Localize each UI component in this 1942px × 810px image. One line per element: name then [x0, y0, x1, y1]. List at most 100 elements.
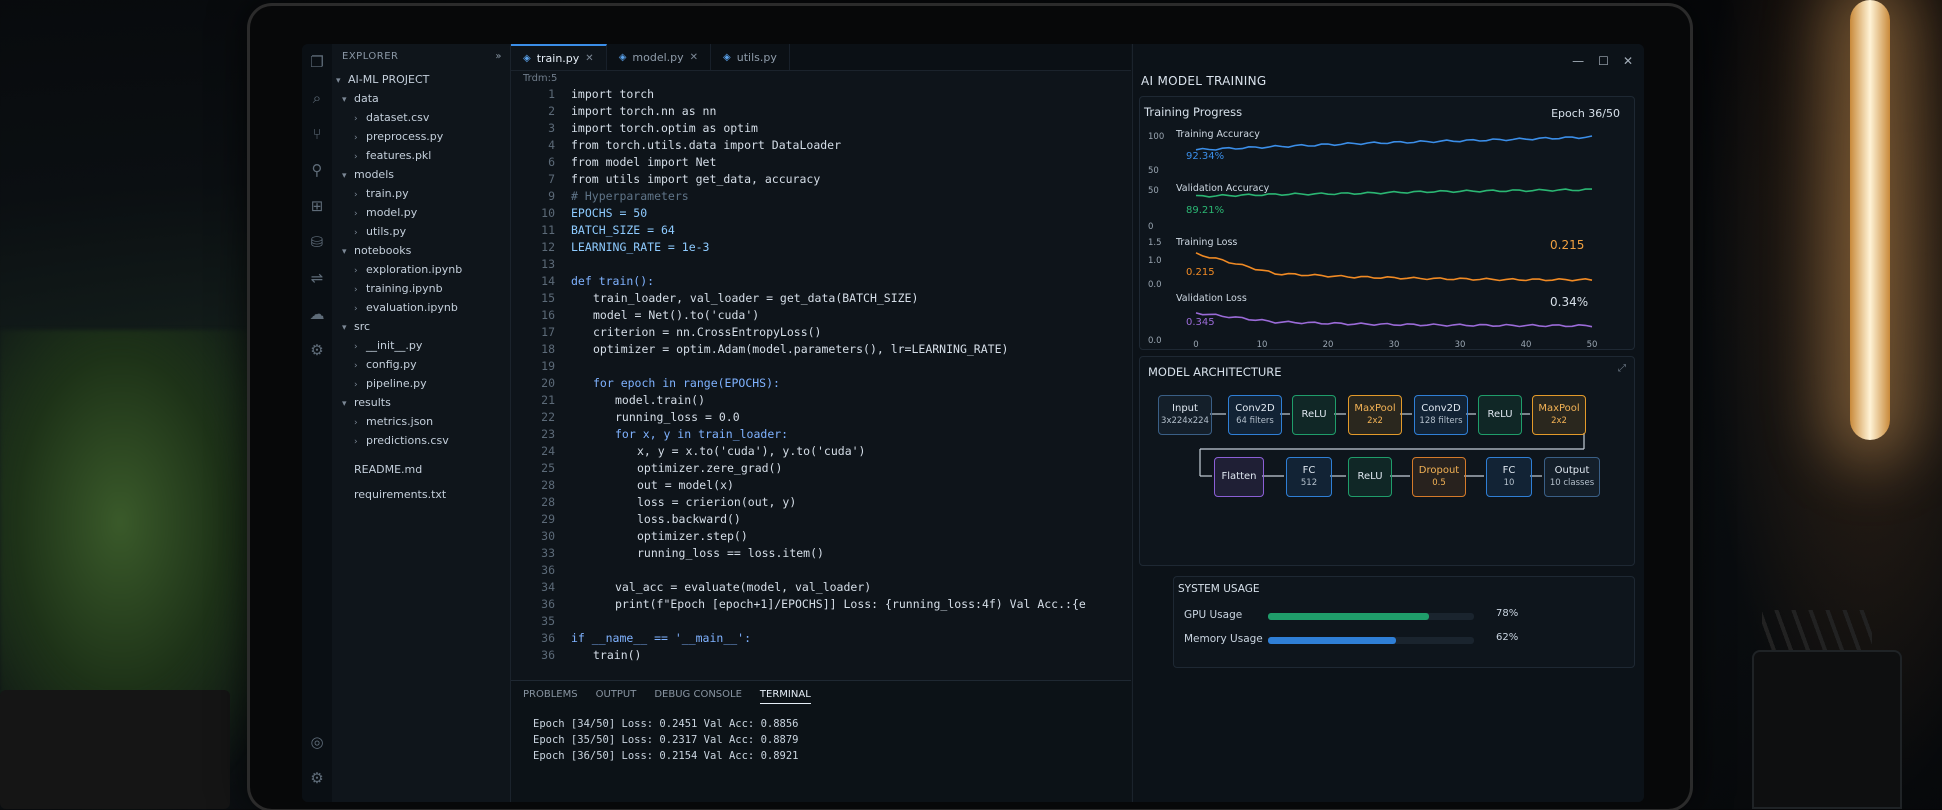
tree-folder[interactable]: ▾ src [332, 317, 510, 336]
dashboard-title: AI MODEL TRAINING [1141, 74, 1267, 88]
tree-file[interactable]: › config.py [332, 355, 510, 374]
tree-file[interactable]: › metrics.json [332, 412, 510, 431]
line-number: 36 [541, 597, 555, 611]
code-line: 36 train() [511, 647, 1131, 664]
code-text: from utils import get_data, accuracy [571, 172, 821, 186]
remote-icon[interactable]: ⇌ [302, 260, 332, 296]
layer-maxpool[interactable]: MaxPool 2x2 [1532, 395, 1586, 435]
layer-output[interactable]: Output 10 classes [1544, 457, 1600, 497]
layer-conv2d[interactable]: Conv2D 64 filters [1228, 395, 1282, 435]
layer-maxpool[interactable]: MaxPool 2x2 [1348, 395, 1402, 435]
database-icon[interactable]: ⛁ [302, 224, 332, 260]
line-number: 9 [548, 189, 555, 203]
x-tick-label: 20 [1323, 340, 1334, 349]
tab-output[interactable]: OUTPUT [596, 689, 637, 704]
code-line: 3 import torch.optim as optim [511, 120, 1131, 137]
tree-file[interactable]: › model.py [332, 203, 510, 222]
search-icon[interactable]: ⌕ [302, 80, 332, 116]
close-icon[interactable]: ✕ [690, 52, 698, 63]
line-number: 2 [548, 104, 555, 118]
layer-dropout[interactable]: Dropout 0.5 [1412, 457, 1466, 497]
tree-file[interactable]: › dataset.csv [332, 108, 510, 127]
account-icon[interactable]: ◎ [302, 724, 332, 760]
tree-file[interactable]: › __init__.py [332, 336, 510, 355]
tree-folder[interactable]: ▾ data [332, 89, 510, 108]
chevron-down-icon: ▾ [342, 247, 347, 257]
chevron-right-icon: › [354, 437, 358, 447]
layer-relu[interactable]: ReLU [1478, 395, 1522, 435]
tab-terminal[interactable]: TERMINAL [759, 689, 811, 704]
x-tick-label: 30 [1389, 340, 1400, 349]
layer-relu[interactable]: ReLU [1292, 395, 1336, 435]
code-area[interactable]: 1 import torch 2 import torch.nn as nn 3 impo… [511, 86, 1131, 664]
tree-folder[interactable]: ▾ models [332, 165, 510, 184]
code-text: train() [593, 648, 642, 662]
code-line: 1 import torch [511, 86, 1131, 103]
code-text: BATCH_SIZE = 64 [571, 223, 675, 237]
tree-file[interactable]: › pipeline.py [332, 374, 510, 393]
layer-relu[interactable]: ReLU [1348, 457, 1392, 497]
close-icon[interactable]: ✕ [1623, 54, 1633, 68]
layer-input[interactable]: Input 3x224x224 [1158, 395, 1212, 435]
memory-usage-bar [1268, 637, 1474, 644]
tree-label: preprocess.py [366, 130, 444, 143]
training-dashboard: — ☐ ✕ AI MODEL TRAINING Training Progres… [1132, 44, 1644, 802]
layer-flatten[interactable]: Flatten [1214, 457, 1264, 497]
collapse-icon[interactable]: » [495, 44, 502, 70]
extensions-icon[interactable]: ⊞ [302, 188, 332, 224]
code-text: for x, y in train_loader: [615, 427, 789, 441]
tab-model-py[interactable]: ◈ model.py ✕ [607, 44, 712, 70]
settings-icon[interactable]: ⚙ [302, 760, 332, 796]
code-text: running_loss == loss.item() [637, 546, 824, 560]
tab-train-py[interactable]: ◈ train.py ✕ [511, 44, 607, 70]
source-control-icon[interactable]: ⑂ [302, 116, 332, 152]
tab-debug-console[interactable]: DEBUG CONSOLE [654, 689, 742, 704]
tree-file[interactable]: › evaluation.ipynb [332, 298, 510, 317]
debug-icon[interactable]: ⚲ [302, 152, 332, 188]
system-usage-card: SYSTEM USAGE GPU Usage 78% Memory Usage … [1173, 576, 1635, 668]
tree-file[interactable]: README.md [332, 460, 510, 479]
tree-file[interactable]: › preprocess.py [332, 127, 510, 146]
code-text: train_loader, val_loader = get_data(BATC… [593, 291, 919, 305]
cloud-icon[interactable]: ☁ [302, 296, 332, 332]
layer-detail: 0.5 [1432, 478, 1446, 488]
tree-file[interactable]: › features.pkl [332, 146, 510, 165]
tree-file[interactable]: › exploration.ipynb [332, 260, 510, 279]
code-line: 23 for x, y in train_loader: [511, 426, 1131, 443]
line-number: 29 [541, 512, 555, 526]
tree-file[interactable]: › utils.py [332, 222, 510, 241]
code-line: 24 x, y = x.to('cuda'), y.to('cuda') [511, 443, 1131, 460]
tab-problems[interactable]: PROBLEMS [523, 689, 578, 704]
files-icon[interactable]: ❐ [302, 44, 332, 80]
x-tick-label: 40 [1521, 340, 1532, 349]
layer-fc[interactable]: FC 10 [1486, 457, 1532, 497]
robot-icon[interactable]: ⚙ [302, 332, 332, 368]
tree-file[interactable]: › predictions.csv [332, 431, 510, 450]
tree-label: exploration.ipynb [366, 263, 463, 276]
line-number: 4 [548, 138, 555, 152]
project-root[interactable]: ▾ AI-ML PROJECT [332, 70, 510, 89]
tree-folder[interactable]: ▾ results [332, 393, 510, 412]
close-icon[interactable]: ✕ [585, 53, 593, 64]
tab-utils-py[interactable]: ◈ utils.py [711, 44, 790, 70]
line-number: 24 [541, 444, 555, 458]
tree-folder[interactable]: ▾ notebooks [332, 241, 510, 260]
layer-detail: 64 filters [1236, 416, 1274, 426]
maximize-icon[interactable]: ☐ [1598, 54, 1609, 68]
layer-fc[interactable]: FC 512 [1286, 457, 1332, 497]
x-tick-label: 30 [1455, 340, 1466, 349]
code-text: import torch [571, 87, 655, 101]
tree-file[interactable]: requirements.txt [332, 485, 510, 504]
tree-label: evaluation.ipynb [366, 301, 458, 314]
code-text: # Hyperparameters [571, 189, 689, 203]
tab-label: utils.py [736, 50, 777, 64]
layer-conv2d[interactable]: Conv2D 128 filters [1414, 395, 1468, 435]
tree-label: README.md [354, 463, 423, 476]
tree-file[interactable]: › training.ipynb [332, 279, 510, 298]
gpu-usage-bar [1268, 613, 1474, 620]
code-line: 9 # Hyperparameters [511, 188, 1131, 205]
tree-file[interactable]: › train.py [332, 184, 510, 203]
minimize-icon[interactable]: — [1572, 54, 1584, 68]
line-number: 7 [548, 172, 555, 186]
